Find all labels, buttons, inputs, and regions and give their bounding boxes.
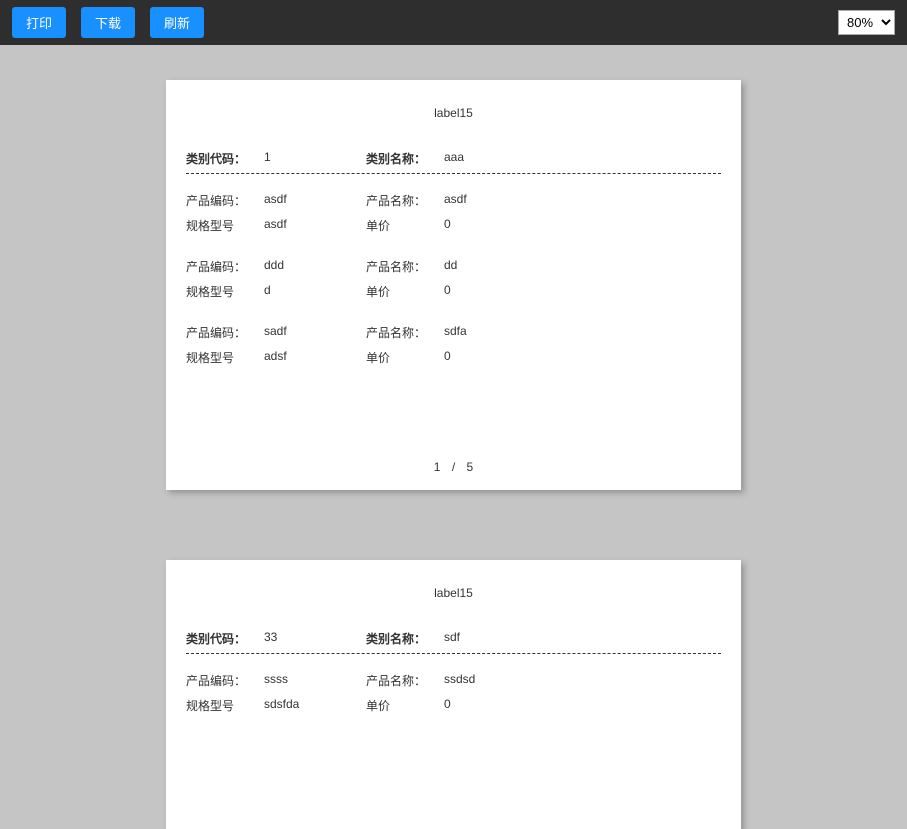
product-block: 产品编码： asdf 产品名称： asdf 规格型号 asdf 单价 0: [186, 192, 721, 234]
spec-label: 规格型号: [186, 217, 264, 234]
spec-value: d: [264, 283, 366, 300]
spec-value: adsf: [264, 349, 366, 366]
category-code-value: 1: [264, 150, 366, 167]
product-code-label: 产品编码：: [186, 192, 264, 209]
category-row: 类别代码： 1 类别名称： aaa: [186, 150, 721, 174]
price-value: 0: [444, 697, 451, 714]
category-code-label: 类别代码：: [186, 630, 264, 647]
category-name-value: sdf: [444, 630, 460, 647]
product-name-label: 产品名称：: [366, 258, 444, 275]
category-name-label: 类别名称：: [366, 150, 444, 167]
product-code-label: 产品编码：: [186, 672, 264, 689]
page-title: label15: [186, 586, 721, 600]
product-code-value: sadf: [264, 324, 366, 341]
category-name-value: aaa: [444, 150, 464, 167]
price-value: 0: [444, 349, 451, 366]
spec-value: asdf: [264, 217, 366, 234]
spec-label: 规格型号: [186, 697, 264, 714]
product-block: 产品编码： ddd 产品名称： dd 规格型号 d 单价 0: [186, 258, 721, 300]
category-row: 类别代码： 33 类别名称： sdf: [186, 630, 721, 654]
price-label: 单价: [366, 217, 444, 234]
refresh-button[interactable]: 刷新: [150, 7, 204, 38]
category-name-label: 类别名称：: [366, 630, 444, 647]
report-page: label15 类别代码： 1 类别名称： aaa 产品编码： asdf 产品名…: [166, 80, 741, 490]
toolbar: 打印 下载 刷新 80%: [0, 0, 907, 45]
page-viewport[interactable]: label15 类别代码： 1 类别名称： aaa 产品编码： asdf 产品名…: [0, 45, 907, 829]
spec-label: 规格型号: [186, 283, 264, 300]
print-button[interactable]: 打印: [12, 7, 66, 38]
download-button[interactable]: 下载: [81, 7, 135, 38]
spec-label: 规格型号: [186, 349, 264, 366]
product-code-label: 产品编码：: [186, 324, 264, 341]
product-name-label: 产品名称：: [366, 192, 444, 209]
page-title: label15: [186, 106, 721, 120]
product-name-label: 产品名称：: [366, 324, 444, 341]
product-code-value: ddd: [264, 258, 366, 275]
price-value: 0: [444, 217, 451, 234]
category-code-value: 33: [264, 630, 366, 647]
price-value: 0: [444, 283, 451, 300]
category-code-label: 类别代码：: [186, 150, 264, 167]
page-separator: /: [452, 460, 455, 474]
product-name-value: ssdsd: [444, 672, 475, 689]
page-footer: 1 / 5: [166, 460, 741, 474]
product-code-value: asdf: [264, 192, 366, 209]
page-number: 1: [434, 460, 441, 474]
product-name-value: asdf: [444, 192, 467, 209]
spec-value: sdsfda: [264, 697, 366, 714]
product-code-label: 产品编码：: [186, 258, 264, 275]
page-total: 5: [467, 460, 474, 474]
report-page: label15 类别代码： 33 类别名称： sdf 产品编码： ssss 产品…: [166, 560, 741, 829]
product-name-value: dd: [444, 258, 457, 275]
product-name-label: 产品名称：: [366, 672, 444, 689]
price-label: 单价: [366, 697, 444, 714]
product-block: 产品编码： sadf 产品名称： sdfa 规格型号 adsf 单价 0: [186, 324, 721, 366]
zoom-select[interactable]: 80%: [838, 10, 895, 35]
product-block: 产品编码： ssss 产品名称： ssdsd 规格型号 sdsfda 单价 0: [186, 672, 721, 714]
price-label: 单价: [366, 283, 444, 300]
price-label: 单价: [366, 349, 444, 366]
product-name-value: sdfa: [444, 324, 467, 341]
product-code-value: ssss: [264, 672, 366, 689]
